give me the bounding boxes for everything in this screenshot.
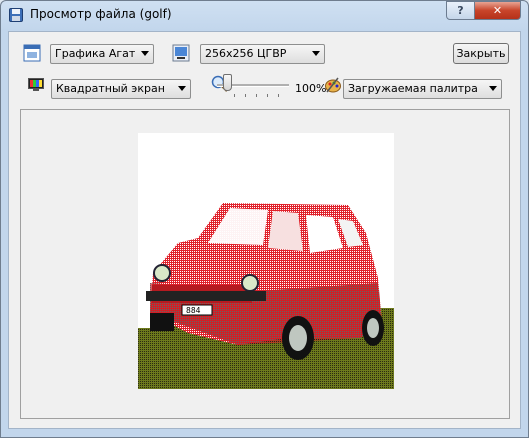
- chevron-down-icon: [178, 86, 186, 91]
- file-viewer-window: Просмотр файла (golf) ? ✕ Графика Агат 2…: [0, 0, 529, 438]
- chevron-down-icon: [312, 51, 320, 56]
- paint-palette-icon: [325, 77, 341, 93]
- car-image: 884: [138, 133, 394, 389]
- close-button-label: Закрыть: [456, 47, 506, 60]
- chevron-down-icon: [141, 51, 149, 56]
- window-title: Просмотр файла (golf): [30, 7, 172, 21]
- screen-mode-combo[interactable]: Квадратный экран: [51, 79, 191, 99]
- resolution-value: 256x256 ЦГВР: [205, 47, 287, 60]
- slider-tick: [267, 94, 268, 97]
- screen-mode-value: Квадратный экран: [56, 82, 165, 95]
- client-area: Графика Агат 256x256 ЦГВР Закрыть Квадра…: [8, 31, 521, 429]
- monitor-icon: [28, 78, 44, 91]
- help-label: ?: [457, 4, 464, 17]
- palette-combo[interactable]: Загружаемая палитра: [343, 79, 502, 99]
- title-bar: Просмотр файла (golf) ? ✕: [1, 1, 528, 31]
- zoom-slider-thumb[interactable]: [223, 74, 233, 91]
- slider-tick: [234, 94, 235, 97]
- close-button[interactable]: Закрыть: [453, 43, 509, 64]
- close-icon: ✕: [492, 4, 503, 17]
- zoom-percent: 100%: [295, 82, 327, 95]
- svg-text:884: 884: [186, 306, 201, 315]
- graphics-mode-value: Графика Агат: [55, 47, 136, 60]
- slider-tick: [278, 94, 279, 97]
- close-window-button[interactable]: ✕: [474, 1, 521, 20]
- graphics-mode-combo[interactable]: Графика Агат: [50, 44, 154, 64]
- image-icon: [172, 44, 190, 62]
- chevron-down-icon: [489, 86, 497, 91]
- floppy-disk-icon: [9, 8, 23, 22]
- preview-area: 884: [20, 109, 510, 419]
- palette-value: Загружаемая палитра: [348, 82, 478, 95]
- slider-tick: [245, 94, 246, 97]
- window-icon: [23, 44, 41, 62]
- resolution-combo[interactable]: 256x256 ЦГВР: [200, 44, 325, 64]
- slider-tick: [256, 94, 257, 97]
- help-button[interactable]: ?: [446, 1, 475, 20]
